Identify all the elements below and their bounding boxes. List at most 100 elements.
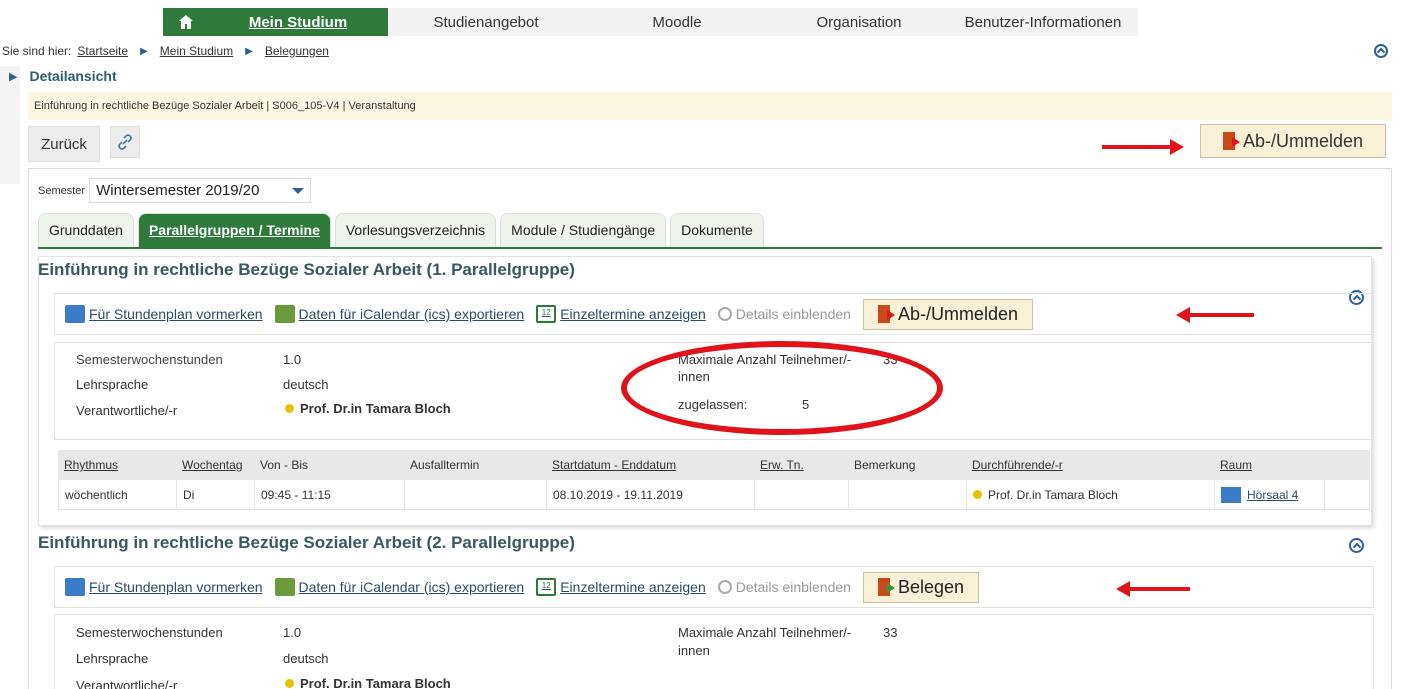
sws-label: Semesterwochenstunden [76,625,223,640]
login-door-icon [877,578,895,596]
col-bemerkung: Bemerkung [854,458,916,472]
status-dot-icon [285,404,294,413]
parallelgroup-title-2: Einführung in rechtliche Bezüge Sozialer… [38,533,575,552]
nav-mein-studium[interactable]: Mein Studium [208,8,388,36]
breadcrumb-startseite[interactable]: Startseite [77,44,128,58]
red-arrow-annotation [1176,307,1254,323]
verantwortliche-name: Prof. Dr.in Tamara Bloch [300,676,451,689]
semester-select-group: Semester Wintersemester 2019/20 [38,178,311,203]
home-icon [178,15,193,29]
cell-von-bis: 09:45 - 11:15 [255,480,405,509]
calendar-icon: 12 [536,578,557,596]
breadcrumb: Sie sind hier: Startseite ▶ Mein Studium… [2,44,329,58]
tab-module-studiengaenge[interactable]: Module / Studiengänge [500,213,667,249]
plan-vormerken-link[interactable]: Für Stundenplan vormerken [65,578,263,596]
permalink-button[interactable] [110,126,140,158]
verantwortliche-value: Prof. Dr.in Tamara Bloch [285,401,451,416]
schedule-header-row: Rhythmus Wochentag Von - Bis Ausfallterm… [58,450,1370,480]
tab-parallelgruppen-termine[interactable]: Parallelgruppen / Termine [137,213,331,249]
max-teilnehmer-value: 33 [883,625,898,640]
calendar-export-icon [274,578,295,596]
col-von-bis: Von - Bis [260,458,309,472]
semester-value: Wintersemester 2019/20 [96,182,260,199]
plan-vormerken-link[interactable]: Für Stundenplan vormerken [65,305,263,323]
breadcrumb-prefix: Sie sind hier: [2,44,72,58]
tab-bar: Grunddaten Parallelgruppen / Termine Vor… [38,213,764,249]
plan-vormerken-label: Für Stundenplan vormerken [89,306,263,322]
belegen-button[interactable]: Belegen [862,571,979,603]
cell-durchfuehrende: Prof. Dr.in Tamara Bloch [967,480,1215,509]
max-teilnehmer-label: Maximale Anzahl Teilnehmer/- [678,625,852,640]
logout-door-icon [1222,132,1240,150]
ab-ummelden-button-group-1[interactable]: Ab-/Ummelden [862,298,1033,330]
einzeltermine-label: Einzeltermine anzeigen [560,579,706,595]
belegen-label: Belegen [897,576,964,597]
chevron-right-icon: ▶ [140,45,148,57]
collapse-up-icon[interactable] [1374,44,1388,58]
parallelgroup-title-1: Einführung in rechtliche Bezüge Sozialer… [38,260,575,279]
col-ausfalltermin: Ausfalltermin [410,458,480,472]
page-title: ▶ Detailansicht [9,68,117,84]
back-button[interactable]: Zurück [28,126,100,162]
verantwortliche-label: Verantwortliche/-r [76,403,178,418]
cell-raum[interactable]: Hörsaal 4 [1215,480,1325,509]
nav-organisation[interactable]: Organisation [770,8,948,36]
nav-studienangebot[interactable]: Studienangebot [388,8,584,36]
lehrsprache-value: deutsch [283,377,329,392]
col-rhythmus[interactable]: Rhythmus [58,450,176,480]
col-erw-tn[interactable]: Erw. Tn. [754,450,848,480]
raum-link[interactable]: Hörsaal 4 [1247,488,1298,502]
sws-value: 1.0 [283,625,302,640]
nav-moodle[interactable]: Moodle [584,8,770,36]
details-einblenden-label: Details einblenden [735,579,851,595]
verantwortliche-value: Prof. Dr.in Tamara Bloch [285,676,451,689]
breadcrumb-belegungen[interactable]: Belegungen [265,44,329,58]
course-info-banner: Einführung in rechtliche Bezüge Sozialer… [28,92,1392,120]
semester-select[interactable]: Wintersemester 2019/20 [89,178,311,203]
col-startdatum-enddatum[interactable]: Startdatum - Enddatum [546,450,754,480]
col-wochentag[interactable]: Wochentag [176,450,254,480]
logout-door-icon [877,305,895,323]
collapse-up-icon[interactable] [1349,538,1364,553]
details-einblenden-link: Details einblenden [717,306,851,322]
ics-export-link[interactable]: Daten für iCalendar (ics) exportieren [274,305,524,323]
chevron-right-icon[interactable]: ▶ [9,70,17,83]
red-arrow-annotation [1116,581,1190,597]
lehrsprache-label: Lehrsprache [76,377,149,392]
tab-vorlesungsverzeichnis[interactable]: Vorlesungsverzeichnis [334,213,497,249]
cell-startdatum-enddatum: 08.10.2019 - 19.11.2019 [547,480,755,509]
ab-ummelden-label: Ab-/Ummelden [1242,130,1364,151]
cell-ausfalltermin [405,480,547,509]
semester-label: Semester [38,184,86,197]
breadcrumb-mein-studium[interactable]: Mein Studium [160,44,233,58]
room-icon [1221,486,1241,503]
sws-label: Semesterwochenstunden [76,352,223,367]
nav-benutzer-informationen[interactable]: Benutzer-Informationen [948,8,1138,36]
cell-wochentag: Di [177,480,255,509]
chevron-right-icon: ▶ [245,45,253,57]
lehrsprache-value: deutsch [283,651,329,666]
cell-bemerkung [849,480,967,509]
tab-dokumente[interactable]: Dokumente [670,213,764,249]
max-teilnehmer-label-2: innen [678,643,710,658]
red-ellipse-annotation [621,341,943,435]
plan-vormerken-label: Für Stundenplan vormerken [89,579,263,595]
red-arrow-annotation [1102,139,1184,155]
verantwortliche-label: Verantwortliche/-r [76,678,178,689]
home-tab[interactable] [163,8,208,36]
ab-ummelden-button[interactable]: Ab-/Ummelden [1200,124,1386,158]
einzeltermine-label: Einzeltermine anzeigen [560,306,706,322]
col-raum[interactable]: Raum [1214,450,1324,480]
toolbar: Zurück Ab-/Ummelden [28,124,1392,162]
main-navigation: Mein Studium Studienangebot Moodle Organ… [163,8,1138,36]
einzeltermine-link[interactable]: 12 Einzeltermine anzeigen [536,305,706,323]
col-durchfuehrende[interactable]: Durchführende/-r [966,450,1214,480]
ics-export-link[interactable]: Daten für iCalendar (ics) exportieren [274,578,524,596]
ab-ummelden-label: Ab-/Ummelden [897,303,1018,324]
chevron-down-icon [291,187,304,194]
tab-grunddaten[interactable]: Grunddaten [38,213,134,249]
sws-value: 1.0 [283,352,302,367]
link-icon [118,134,132,150]
details-einblenden-label: Details einblenden [735,306,851,322]
einzeltermine-link[interactable]: 12 Einzeltermine anzeigen [536,578,706,596]
